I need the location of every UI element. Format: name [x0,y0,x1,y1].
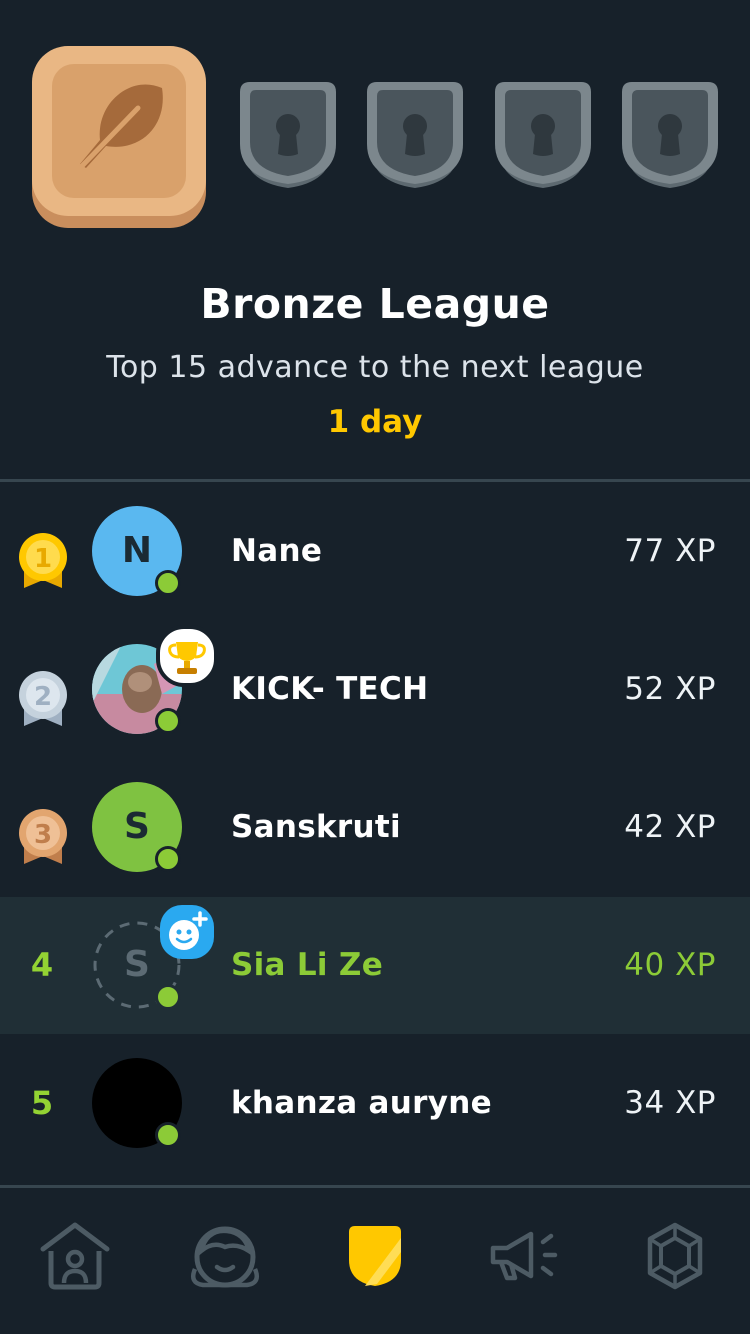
locked-league-icon [620,82,720,192]
trophy-icon [156,625,218,691]
user-xp: 34 XP [624,1085,716,1121]
user-xp: 52 XP [624,671,716,707]
leaderboard-row[interactable]: 1 N Nane 77 XP [0,483,750,620]
profile-icon [187,1221,263,1295]
user-name: khanza auryne [231,1085,492,1121]
add-friend-icon[interactable] [158,903,216,965]
online-indicator [155,984,181,1010]
locked-league-icon [493,82,593,192]
bottom-tab-bar [0,1188,750,1334]
locked-league-icon [238,82,338,192]
leagues-icon [345,1224,405,1292]
svg-text:3: 3 [34,820,52,850]
league-badges [0,0,750,240]
online-indicator [155,708,181,734]
rank-number: 4 [30,946,54,984]
svg-text:2: 2 [34,682,52,712]
shop-icon [645,1222,705,1294]
league-time-left: 1 day [327,404,423,440]
svg-text:1: 1 [34,544,52,574]
tab-shop[interactable] [630,1218,720,1298]
tab-profile[interactable] [180,1218,270,1298]
bronze-feather-icon [30,44,208,230]
online-indicator [155,1122,181,1148]
gold-medal-icon: 1 [16,532,70,592]
home-icon [37,1221,113,1295]
leaderboard-row[interactable]: 5 khanza auryne 34 XP [0,1035,750,1172]
leaderboard-row-current-user[interactable]: 4 S Sia Li Ze 40 XP [0,897,750,1034]
leaderboard-row[interactable]: 2 KICK- TECH 52 XP [0,621,750,758]
online-indicator [155,846,181,872]
league-subtitle: Top 15 advance to the next league [106,350,644,385]
leaderboard-row[interactable]: 3 S Sanskruti 42 XP [0,759,750,896]
league-header: Bronze League Top 15 advance to the next… [0,276,750,444]
user-name: Nane [231,533,323,569]
divider [0,479,750,482]
tab-news[interactable] [480,1218,570,1298]
online-indicator [155,570,181,596]
locked-league-icon [365,82,465,192]
bronze-medal-icon: 3 [16,808,70,868]
user-name: Sia Li Ze [231,947,384,983]
user-xp: 77 XP [624,533,716,569]
user-xp: 42 XP [624,809,716,845]
user-name: Sanskruti [231,809,401,845]
tab-leagues[interactable] [330,1218,420,1298]
rank-number: 5 [30,1084,54,1122]
news-icon [485,1224,565,1292]
silver-medal-icon: 2 [16,670,70,730]
user-name: KICK- TECH [231,671,429,707]
tab-home[interactable] [30,1218,120,1298]
user-xp: 40 XP [624,947,716,983]
league-title: Bronze League [200,280,550,328]
